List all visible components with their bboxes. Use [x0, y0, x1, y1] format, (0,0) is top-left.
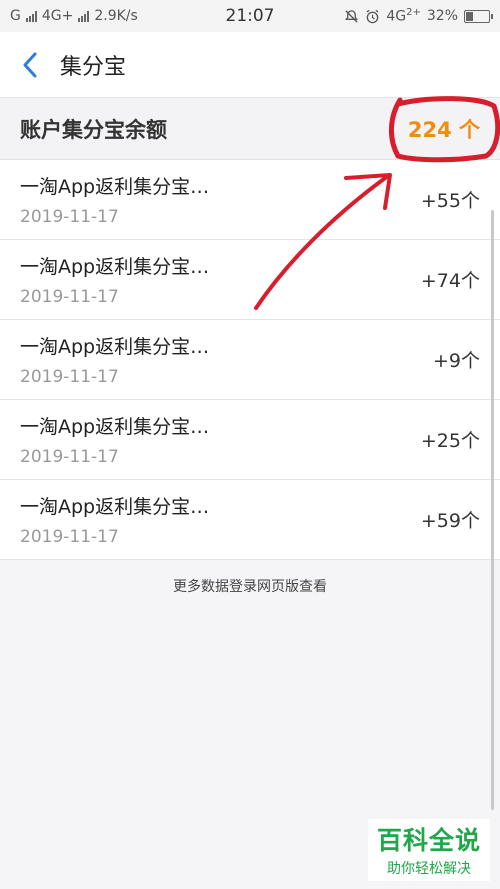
nav-bar: 集分宝 [0, 32, 500, 98]
item-points: +25个 [420, 430, 480, 452]
network-label: 4G+ [41, 8, 74, 24]
item-date: 2019-11-17 [20, 287, 119, 307]
item-date: 2019-11-17 [20, 527, 119, 547]
scrollbar[interactable] [491, 210, 494, 810]
balance-label: 账户集分宝余额 [20, 117, 167, 142]
battery-fill [466, 11, 474, 21]
view-more-link[interactable]: 更多数据登录网页版查看 [0, 576, 500, 596]
balance-value: 224 个 [407, 117, 480, 142]
item-date: 2019-11-17 [20, 367, 119, 387]
item-points: +9个 [432, 350, 480, 372]
item-title: 一淘App返利集分宝… [20, 336, 210, 358]
item-title: 一淘App返利集分宝… [20, 176, 210, 198]
item-points: +55个 [420, 190, 480, 212]
status-right: 4G2+ 32% [344, 7, 493, 25]
item-title: 一淘App返利集分宝… [20, 416, 210, 438]
list-item[interactable]: 一淘App返利集分宝… 2019-11-17 +59个 [0, 480, 500, 560]
alarm-clock-icon [366, 9, 379, 23]
item-info: 一淘App返利集分宝… 2019-11-17 [20, 172, 421, 227]
chevron-left-icon [23, 52, 37, 77]
signal-icon-2 [78, 10, 90, 22]
list-item[interactable]: 一淘App返利集分宝… 2019-11-17 +9个 [0, 320, 500, 400]
item-title: 一淘App返利集分宝… [20, 496, 210, 518]
status-bar: G 4G+ 2.9K/s 21:07 4G2+ 32% [0, 0, 500, 32]
network-right-label: 4G2+ [386, 7, 421, 25]
watermark-subtitle: 助你轻松解决 [387, 861, 471, 877]
list-item[interactable]: 一淘App返利集分宝… 2019-11-17 +55个 [0, 160, 500, 240]
network-right-sup: 2+ [406, 7, 421, 19]
list-item[interactable]: 一淘App返利集分宝… 2019-11-17 +74个 [0, 240, 500, 320]
carrier-label: G [10, 8, 21, 24]
page-title: 集分宝 [60, 54, 127, 80]
battery-icon [464, 9, 493, 23]
back-button[interactable] [0, 32, 60, 98]
item-info: 一淘App返利集分宝… 2019-11-17 [20, 492, 421, 547]
item-info: 一淘App返利集分宝… 2019-11-17 [20, 412, 421, 467]
item-date: 2019-11-17 [20, 207, 119, 227]
item-points: +74个 [420, 270, 480, 292]
balance-row: 账户集分宝余额 224 个 [0, 98, 500, 160]
network-speed: 2.9K/s [94, 8, 138, 24]
item-info: 一淘App返利集分宝… 2019-11-17 [20, 332, 433, 387]
battery-percent: 32% [426, 8, 458, 24]
watermark-title: 百科全说 [376, 826, 481, 855]
status-left: G 4G+ 2.9K/s [10, 8, 138, 24]
watermark-logo: 百科全说 助你轻松解决 [368, 819, 490, 881]
mute-bell-icon [345, 9, 359, 23]
item-info: 一淘App返利集分宝… 2019-11-17 [20, 252, 421, 307]
item-points: +59个 [420, 510, 480, 532]
list-item[interactable]: 一淘App返利集分宝… 2019-11-17 +25个 [0, 400, 500, 480]
item-date: 2019-11-17 [20, 447, 119, 467]
records-list: 一淘App返利集分宝… 2019-11-17 +55个 一淘App返利集分宝… … [0, 160, 500, 560]
item-title: 一淘App返利集分宝… [20, 256, 210, 278]
signal-icon [25, 10, 37, 22]
